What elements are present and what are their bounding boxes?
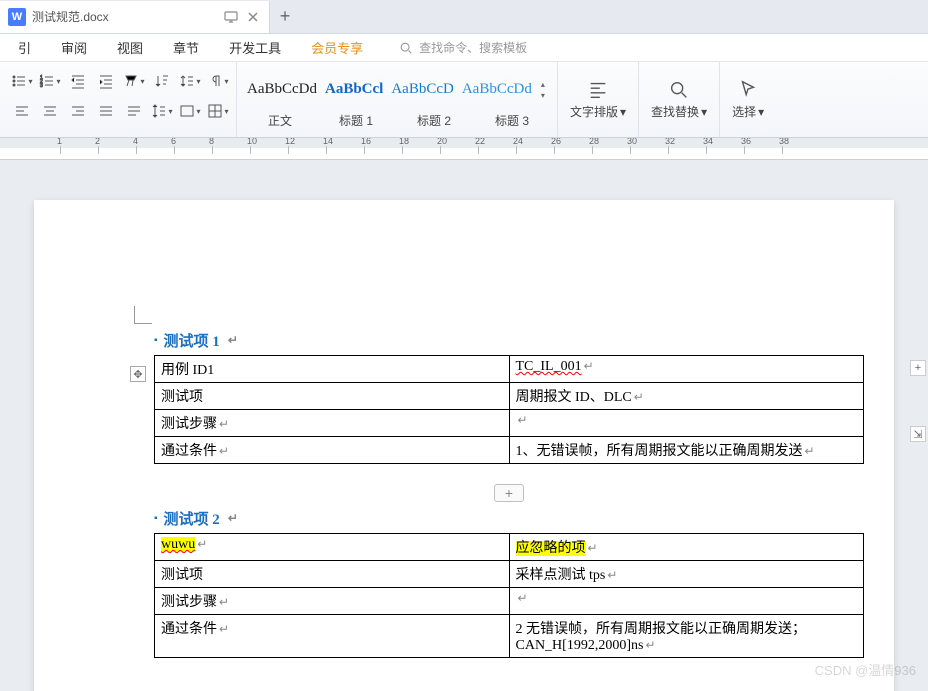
margin-corner-icon (134, 306, 152, 324)
table-1[interactable]: 用例 ID1TC_IL_001↵ 测试项周期报文 ID、DLC↵ 测试步骤↵↵ … (154, 355, 864, 464)
align-justify-button[interactable] (94, 99, 118, 123)
document-area: ✥ ▪ 测试项 1 ↵ 用例 ID1TC_IL_001↵ 测试项周期报文 ID、… (0, 160, 928, 691)
search-placeholder: 查找命令、搜索模板 (419, 39, 527, 56)
ruler[interactable]: 12468101214161820222426283032343638 (0, 138, 928, 160)
right-side-tools: + ⇲ (910, 360, 928, 442)
wps-doc-icon: W (8, 8, 26, 26)
menu-bar: 引 审阅 视图 章节 开发工具 会员专享 查找命令、搜索模板 (0, 34, 928, 62)
bullet-icon: ▪ (154, 513, 158, 524)
style-label-h2: 标题 2 (395, 112, 473, 132)
style-label-h3: 标题 3 (473, 112, 551, 132)
line-spacing2-button[interactable]: ▾ (150, 99, 174, 123)
table-row: 测试步骤↵↵ (155, 410, 864, 437)
table-row: 测试项采样点测试 tps↵ (155, 561, 864, 588)
paragraph-mark-icon: ↵ (228, 333, 238, 348)
style-heading3[interactable]: AaBbCcDd (458, 79, 536, 100)
text-layout-button[interactable]: 文字排版▾ (558, 62, 639, 137)
paragraph-mark-icon: ↵ (228, 511, 238, 526)
add-tab-button[interactable]: + (270, 2, 300, 32)
indent-increase-button[interactable] (94, 69, 118, 93)
style-label-normal: 正文 (243, 112, 317, 132)
ribbon: ▾ 123▾ ▾ ▾ ▾ ▾ ▾ ▾ AaBbCcDd AaBbCcl AaBb… (0, 62, 928, 138)
heading-2-text: 测试项 2 (164, 508, 220, 529)
table-row: 通过条件↵2 无错误帧，所有周期报文能以正确周期发送；CAN_H[1992,20… (155, 615, 864, 658)
insert-row-button[interactable]: + (494, 484, 524, 502)
menu-partial-left[interactable]: 引 (4, 34, 45, 61)
align-right-button[interactable] (66, 99, 90, 123)
style-heading1[interactable]: AaBbCcl (321, 79, 387, 100)
table-move-handle[interactable]: ✥ (130, 366, 146, 382)
svg-text:3: 3 (40, 83, 43, 89)
align-left-button[interactable] (10, 99, 34, 123)
table-2[interactable]: wuwu↵应忽略的项↵ 测试项采样点测试 tps↵ 测试步骤↵↵ 通过条件↵2 … (154, 533, 864, 658)
align-center-button[interactable] (38, 99, 62, 123)
table-row: 通过条件↵1、无错误帧，所有周期报文能以正确周期发送↵ (155, 437, 864, 464)
tab-bar: W 测试规范.docx + (0, 0, 928, 34)
menu-chapter[interactable]: 章节 (159, 34, 213, 61)
find-replace-button[interactable]: 查找替换▾ (639, 62, 720, 137)
numbering-button[interactable]: 123▾ (38, 69, 62, 93)
close-tab-icon[interactable] (245, 9, 261, 25)
menu-view[interactable]: 视图 (103, 34, 157, 61)
heading-1-text: 测试项 1 (164, 330, 220, 351)
side-add-button[interactable]: + (910, 360, 926, 376)
side-expand-button[interactable]: ⇲ (910, 426, 926, 442)
menu-review[interactable]: 审阅 (47, 34, 101, 61)
bullets-button[interactable]: ▾ (10, 69, 34, 93)
table-row: wuwu↵应忽略的项↵ (155, 534, 864, 561)
monitor-icon[interactable] (223, 9, 239, 25)
search-icon (399, 41, 413, 55)
menu-devtools[interactable]: 开发工具 (215, 34, 295, 61)
style-normal[interactable]: AaBbCcDd (243, 79, 321, 100)
styles-next-icon[interactable]: ▾ (541, 91, 545, 100)
styles-group: AaBbCcDd AaBbCcl AaBbCcD AaBbCcDd ▴ ▾ 正文… (237, 62, 558, 137)
bullet-icon: ▪ (154, 335, 158, 346)
indent-decrease-button[interactable] (66, 69, 90, 93)
select-button[interactable]: 选择▾ (720, 62, 776, 137)
align-distribute-button[interactable] (122, 99, 146, 123)
tab-title: 测试规范.docx (32, 8, 217, 25)
style-heading2[interactable]: AaBbCcD (387, 79, 458, 100)
table-row: 测试项周期报文 ID、DLC↵ (155, 383, 864, 410)
clear-format-button[interactable]: ▾ (122, 69, 146, 93)
page: ✥ ▪ 测试项 1 ↵ 用例 ID1TC_IL_001↵ 测试项周期报文 ID、… (34, 200, 894, 691)
table-row: 测试步骤↵↵ (155, 588, 864, 615)
styles-prev-icon[interactable]: ▴ (541, 80, 545, 89)
paragraph-mark-button[interactable]: ▾ (206, 69, 230, 93)
heading-2: ▪ 测试项 2 ↵ (154, 508, 864, 529)
sort-button[interactable] (150, 69, 174, 93)
style-label-h1: 标题 1 (317, 112, 395, 132)
borders-button[interactable]: ▾ (206, 99, 230, 123)
shading-button[interactable]: ▾ (178, 99, 202, 123)
paragraph-group: ▾ 123▾ ▾ ▾ ▾ ▾ ▾ ▾ (4, 62, 237, 137)
menu-member[interactable]: 会员专享 (297, 34, 377, 61)
command-search[interactable]: 查找命令、搜索模板 (399, 39, 527, 56)
table-row: 用例 ID1TC_IL_001↵ (155, 356, 864, 383)
watermark: CSDN @温情936 (815, 660, 916, 679)
line-spacing-button[interactable]: ▾ (178, 69, 202, 93)
document-tab[interactable]: W 测试规范.docx (0, 1, 270, 33)
heading-1: ▪ 测试项 1 ↵ (154, 330, 864, 351)
